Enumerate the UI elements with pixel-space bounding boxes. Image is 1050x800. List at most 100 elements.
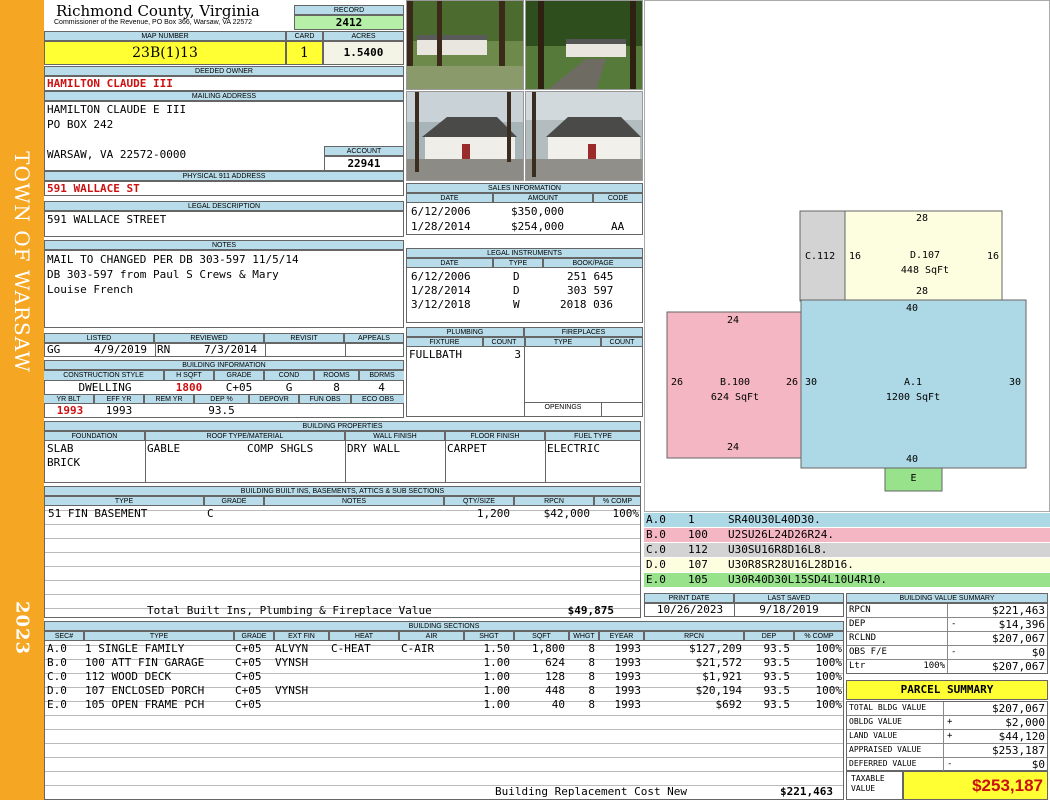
bs-h-rpcn: RPCN: [644, 631, 744, 641]
section-row-4-col-7: 1.00: [483, 684, 511, 697]
legal-instruments-label: LEGAL INSTRUMENTS: [406, 248, 643, 258]
li-row-1-type: D: [513, 270, 520, 283]
sketch-d-left: 16: [849, 251, 862, 262]
bi-h-grade: GRADE: [214, 371, 264, 381]
property-photo-1[interactable]: [406, 0, 524, 90]
legend-sec: B.0: [646, 528, 666, 541]
building-properties-label: BUILDING PROPERTIES: [44, 421, 641, 431]
pl-row-1-count: 3: [514, 348, 521, 361]
legend-path: U30R8SR28U16L28D16.: [728, 558, 854, 571]
property-photo-2[interactable]: [525, 0, 643, 90]
card-number: 1: [286, 41, 323, 65]
reviewed-label: REVIEWED: [154, 333, 264, 343]
plumbing-fireplace-table: FIXTURE COUNT TYPE COUNT FULLBATH 3 OPEN…: [406, 337, 643, 417]
section-row-4-col-12: 93.5: [763, 684, 791, 697]
mailing-line-4: WARSAW, VA 22572-0000: [47, 148, 187, 161]
section-row-4-col-13: 100%: [815, 684, 843, 697]
bt-h-rpcn: RPCN: [514, 496, 594, 506]
section-row-5-col-9: 8: [588, 698, 595, 711]
li-row-1-book: 251 645: [567, 270, 614, 283]
section-row-1-col-12: 93.5: [763, 642, 791, 655]
sketch-d-right: 16: [987, 251, 1000, 262]
bi-h-depovr: DEPOVR: [249, 394, 299, 404]
reviewed-by: RN: [157, 343, 171, 356]
appeals-label: APPEALS: [344, 333, 404, 343]
builtins-table: TYPE GRADE NOTES QTY/SIZE RPCN % COMP 51…: [44, 496, 641, 618]
last-saved: 9/18/2019: [759, 603, 819, 616]
section-row-3-col-3: C+05: [235, 670, 262, 683]
bi-bdrms: 4: [378, 381, 385, 394]
town-name: TOWN OF WARSAW: [10, 151, 34, 373]
section-row-1-col-3: C+05: [235, 642, 262, 655]
sketch-b-right: 26: [786, 377, 799, 388]
print-date: 10/26/2023: [656, 603, 724, 616]
li-row-2-date: 1/28/2014: [411, 284, 471, 297]
section-row-2-col-11: $21,572: [695, 656, 742, 669]
bi-h-style: CONSTRUCTION STYLE: [44, 371, 164, 381]
parcel-summary-row: OBLDG VALUE + $2,000: [847, 716, 1047, 730]
bt-row-1-rpcn: $42,000: [543, 507, 590, 520]
legal-description-box: 591 WALLACE STREET: [44, 211, 404, 237]
bs-h-sqft: SQFT: [514, 631, 569, 641]
legend-row: B.0 100 U2SU26L24D26R24.: [644, 528, 1050, 542]
sketch-panel[interactable]: C.112 28 28 16 16 D.107 448 SqFt 40 40 3…: [644, 0, 1050, 512]
listed-label: LISTED: [44, 333, 154, 343]
sketch-b-bottom: 24: [727, 442, 740, 453]
section-row-3-col-13: 100%: [815, 670, 843, 683]
legend-code: 100: [688, 528, 708, 541]
builtins-total: $49,875: [567, 604, 614, 617]
bs-h-comp: % COMP: [794, 631, 844, 641]
section-row-5-col-11: $692: [715, 698, 743, 711]
sketch-d-area: 448 SqFt: [900, 265, 950, 276]
replacement-cost: $221,463: [780, 785, 833, 798]
building-info-label: BUILDING INFORMATION: [44, 360, 404, 370]
ps-value: $253,187: [992, 744, 1045, 757]
sales-label: SALES INFORMATION: [406, 183, 643, 193]
ps-op: +: [947, 717, 953, 727]
bi-style: DWELLING: [78, 381, 132, 394]
section-row-1-col-8: 1,800: [531, 642, 565, 655]
notes-line-2: DB 303-597 from Paul S Crews & Mary: [47, 268, 279, 281]
li-row-3-book: 2018 036: [560, 298, 613, 311]
bp-h-foundation: FOUNDATION: [44, 431, 145, 441]
section-row-1-col-4: ALVYN: [275, 642, 309, 655]
bt-h-notes: NOTES: [264, 496, 444, 506]
bs-h-grade: GRADE: [234, 631, 274, 641]
deeded-owner-label: DEEDED OWNER: [44, 66, 404, 76]
building-properties-box: FOUNDATION ROOF TYPE/MATERIAL WALL FINIS…: [44, 431, 641, 483]
tax-year: 2023: [11, 600, 33, 656]
bp-wall: DRY WALL: [347, 442, 400, 455]
sales-h-code: CODE: [593, 193, 643, 203]
property-photo-3[interactable]: [406, 91, 524, 181]
section-row-2-col-10: 1993: [614, 656, 642, 669]
legend-row: E.0 105 U30R40D30L15SD4L10U4R10.: [644, 573, 1050, 587]
section-row-1-col-9: 8: [588, 642, 595, 655]
bp-foundation-2: BRICK: [47, 456, 81, 469]
sidebar: TOWN OF WARSAW 2023: [0, 0, 44, 800]
print-date-label: PRINT DATE: [644, 593, 734, 603]
bi-eff-yr: 1993: [105, 404, 133, 417]
card-label: CARD: [286, 31, 323, 41]
mailing-line-1: HAMILTON CLAUDE E III: [47, 103, 187, 116]
li-row-3-type: W: [513, 298, 520, 311]
physical-address-box: 591 WALLACE ST: [44, 181, 404, 196]
li-row-2-book: 303 597: [567, 284, 614, 297]
pl-row-1-fixture: FULLBATH: [409, 348, 462, 361]
bs-h-type: TYPE: [84, 631, 234, 641]
sketch-d-top: 28: [916, 213, 929, 224]
legend-code: 112: [688, 543, 708, 556]
sketch-a-label: A.1: [903, 377, 923, 388]
value-summary-row: DEP - $14,396: [847, 618, 1047, 632]
ps-op: +: [947, 731, 953, 741]
vs-key: OBS F/E: [849, 647, 887, 657]
parcel-summary-row: TOTAL BLDG VALUE $207,067: [847, 702, 1047, 716]
vs-value: $207,067: [992, 660, 1045, 673]
sketch-a-bottom: 40: [906, 454, 919, 465]
legal-description-label: LEGAL DESCRIPTION: [44, 201, 404, 211]
vs-key: RPCN: [849, 605, 871, 615]
notes-label: NOTES: [44, 240, 404, 250]
section-row-5-col-12: 93.5: [763, 698, 791, 711]
vs-value: $207,067: [992, 632, 1045, 645]
property-photo-4[interactable]: [525, 91, 643, 181]
bp-h-fuel: FUEL TYPE: [545, 431, 641, 441]
